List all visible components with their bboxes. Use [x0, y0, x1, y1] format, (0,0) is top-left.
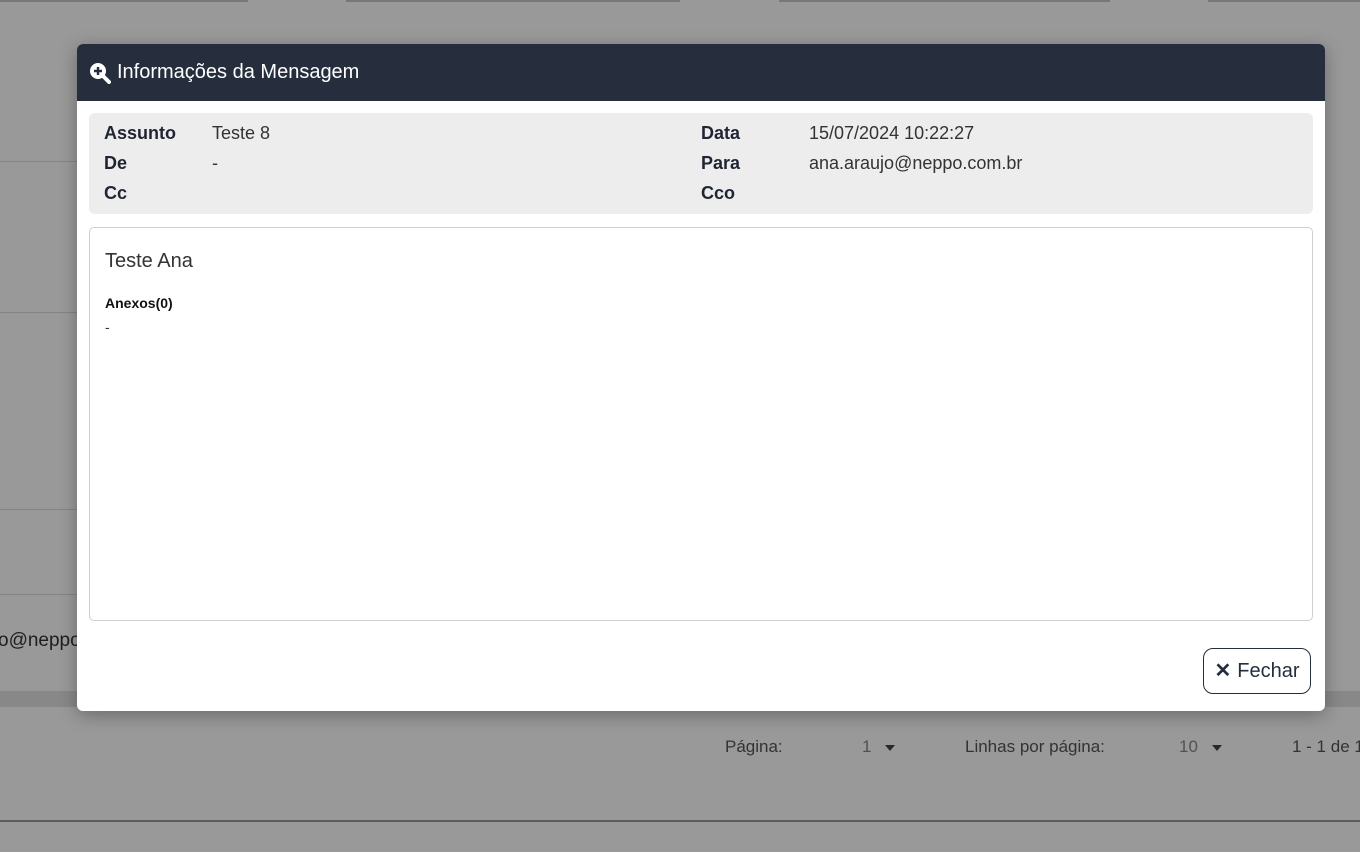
from-label: De: [104, 153, 128, 173]
message-metadata: Assunto Teste 8 De - Cc Data 15/07/2024 …: [89, 113, 1313, 214]
subject-value: Teste 8: [212, 123, 271, 143]
bcc-label: Cco: [701, 183, 736, 203]
from-value: -: [212, 153, 218, 173]
message-body-panel: Teste Ana Anexos(0) -: [89, 227, 1313, 621]
close-button-label: Fechar: [1237, 659, 1300, 682]
zoom-in-icon: [89, 62, 111, 84]
date-label: Data: [701, 123, 741, 143]
to-value: ana.araujo@neppo.com.br: [809, 153, 1023, 173]
attachments-value: -: [105, 319, 110, 335]
message-info-dialog: Informações da Mensagem Assunto Teste 8 …: [77, 44, 1325, 711]
subject-label: Assunto: [104, 123, 176, 143]
cc-label: Cc: [104, 183, 128, 203]
attachments-title: Anexos(0): [105, 295, 173, 311]
close-icon: ✕: [1214, 660, 1232, 682]
message-body-text: Teste Ana: [105, 250, 193, 272]
close-button[interactable]: ✕ Fechar: [1203, 648, 1311, 694]
date-value: 15/07/2024 10:22:27: [809, 123, 975, 143]
to-label: Para: [701, 153, 741, 173]
dialog-header: Informações da Mensagem: [77, 44, 1325, 101]
dialog-title: Informações da Mensagem: [117, 61, 360, 83]
